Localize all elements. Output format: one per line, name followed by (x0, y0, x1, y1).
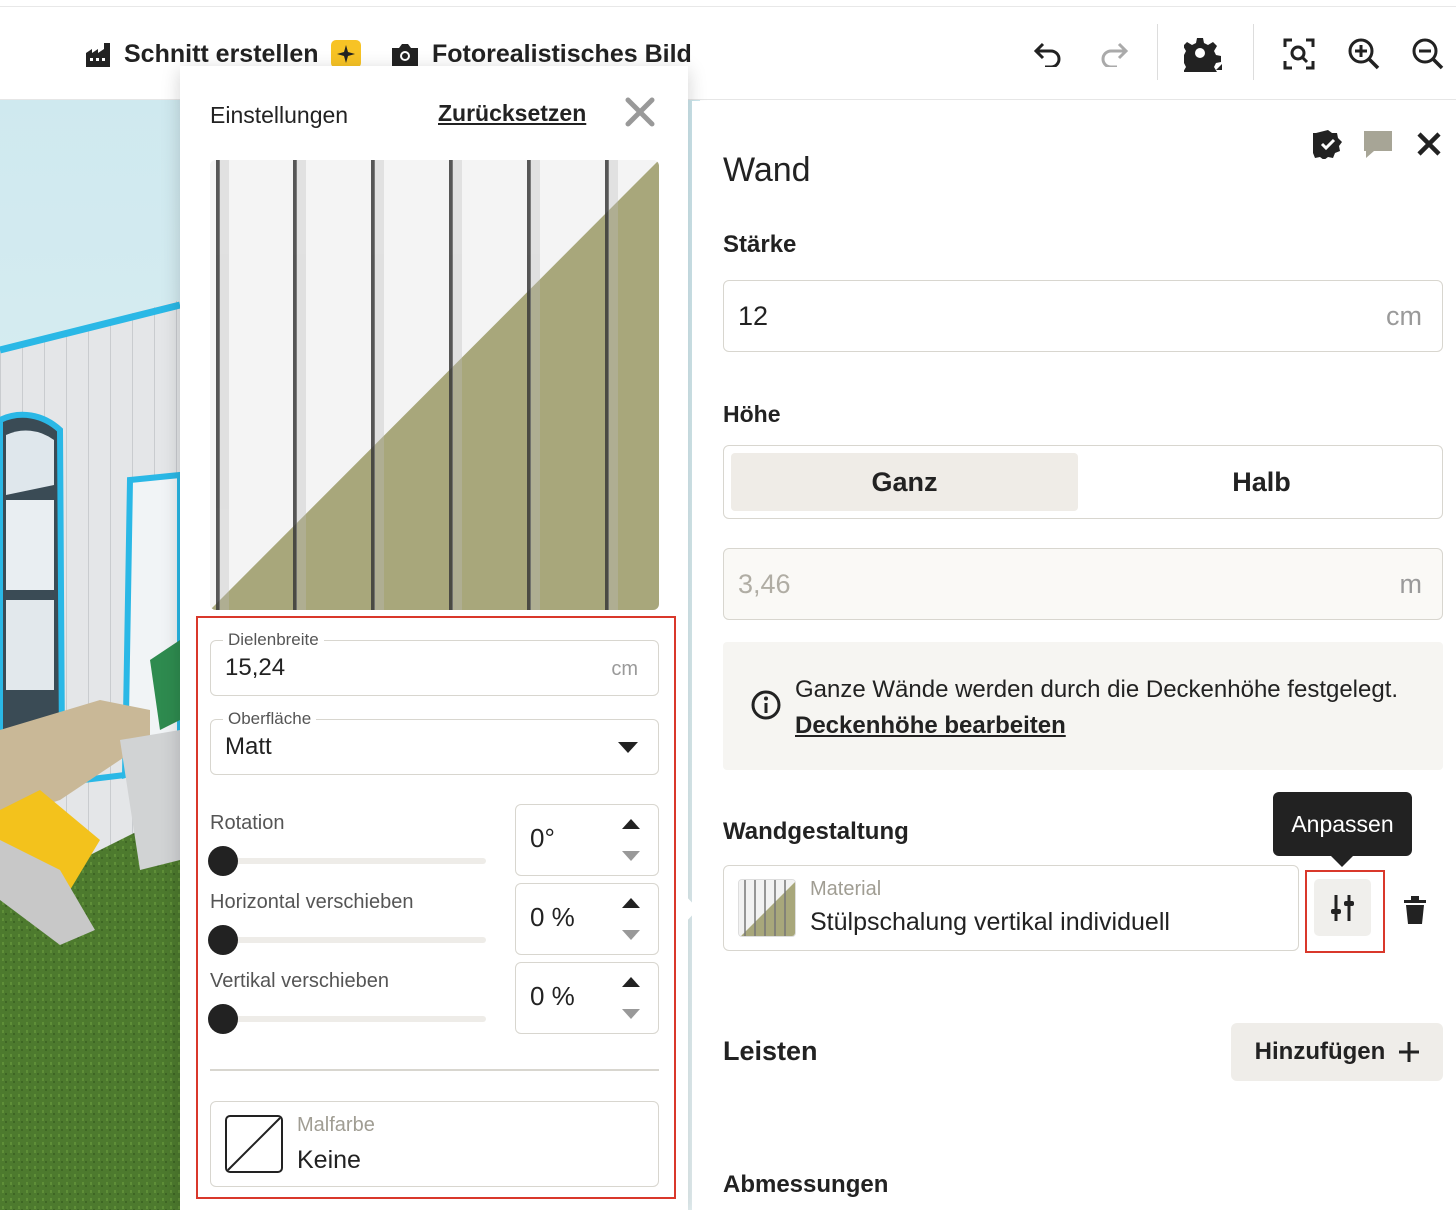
vertical-offset-value: 0 % (530, 981, 575, 1011)
dimensions-heading: Abmessungen (723, 1171, 889, 1198)
material-label: Material (810, 878, 882, 900)
adjust-tooltip: Anpassen (1273, 792, 1412, 856)
height-heading: Höhe (723, 401, 781, 427)
edit-ceiling-height-link[interactable]: Deckenhöhe bearbeiten (795, 712, 1066, 739)
vertical-offset-slider-thumb[interactable] (208, 1004, 238, 1034)
trash-icon[interactable] (1398, 893, 1432, 927)
trims-heading: Leisten (723, 1036, 818, 1066)
height-input: 3,46 m (723, 548, 1443, 620)
zoom-in-icon[interactable] (1344, 34, 1384, 74)
stepper-down-icon[interactable] (622, 930, 640, 940)
vertical-offset-label: Vertikal verschieben (210, 970, 389, 992)
stepper-up-icon[interactable] (622, 898, 640, 908)
rotation-slider-thumb[interactable] (208, 846, 238, 876)
create-section-label: Schnitt erstellen (124, 39, 319, 68)
wall-properties-panel: Wand Stärke 12 cm Höhe Ganz Halb 3,46 m … (692, 101, 1456, 1210)
paint-color-label: Malfarbe (297, 1114, 375, 1136)
sparkle-icon (330, 40, 361, 68)
popover-divider (210, 1069, 659, 1071)
material-thumbnail (738, 879, 796, 937)
height-option-half[interactable]: Halb (1088, 453, 1435, 511)
gear-icon[interactable] (1184, 34, 1224, 74)
board-width-label: Dielenbreite (223, 630, 324, 650)
surface-select[interactable]: Oberfläche Matt (210, 709, 659, 775)
horizontal-offset-slider-thumb[interactable] (208, 925, 238, 955)
badge-check-icon[interactable] (1311, 127, 1345, 161)
camera-icon (392, 44, 418, 66)
info-banner: Ganze Wände werden durch die Deckenhöhe … (723, 642, 1443, 770)
board-width-value: 15,24 (225, 654, 286, 681)
panel-title: Wand (723, 151, 811, 189)
undo-icon[interactable] (1028, 34, 1068, 74)
building-icon (86, 43, 110, 67)
thickness-value: 12 (738, 301, 769, 331)
thickness-unit: cm (1386, 301, 1422, 331)
material-settings-popover: Einstellungen Zurücksetzen Dielenbreite … (180, 66, 698, 1210)
sliders-icon (1330, 894, 1354, 921)
horizontal-offset-stepper[interactable]: 0 % (515, 883, 659, 955)
horizontal-offset-value: 0 % (530, 902, 575, 932)
redo-icon[interactable] (1094, 34, 1134, 74)
info-message: Ganze Wände werden durch die Deckenhöhe … (795, 676, 1399, 703)
adjust-button[interactable] (1314, 879, 1371, 936)
toolbar-separator (1253, 24, 1254, 80)
board-width-field[interactable]: Dielenbreite 15,24 cm (210, 630, 659, 696)
material-value: Stülpschalung vertikal individuell (810, 908, 1170, 936)
material-field[interactable]: Material Stülpschalung vertikal individu… (723, 865, 1299, 951)
close-icon[interactable] (1412, 127, 1446, 161)
stepper-down-icon[interactable] (622, 851, 640, 861)
tooltip-arrow (1330, 855, 1354, 867)
rotation-label: Rotation (210, 812, 285, 834)
vertical-offset-stepper[interactable]: 0 % (515, 962, 659, 1034)
zoom-fit-icon[interactable] (1279, 34, 1319, 74)
vertical-offset-slider-track[interactable] (210, 1016, 486, 1022)
plus-icon (1399, 1042, 1420, 1062)
info-text: Ganze Wände werden durch die Deckenhöhe … (795, 672, 1415, 744)
board-width-unit: cm (611, 658, 638, 680)
surface-label: Oberfläche (223, 709, 317, 729)
add-trim-label: Hinzufügen (1254, 1038, 1386, 1065)
rotation-stepper[interactable]: 0° (515, 804, 659, 876)
thickness-input[interactable]: 12 cm (723, 280, 1443, 352)
top-divider (0, 6, 1456, 7)
photo-render-label: Fotorealistisches Bild (432, 39, 692, 68)
chevron-down-icon (618, 742, 638, 753)
stepper-up-icon[interactable] (622, 977, 640, 987)
paint-color-value: Keine (297, 1146, 361, 1174)
thickness-heading: Stärke (723, 231, 797, 258)
rotation-slider-track[interactable] (210, 858, 486, 864)
add-trim-button[interactable]: Hinzufügen (1231, 1023, 1443, 1081)
height-value: 3,46 (738, 569, 791, 599)
height-unit: m (1399, 569, 1423, 599)
rotation-value: 0° (530, 823, 555, 853)
info-icon (751, 690, 781, 720)
reset-link[interactable]: Zurücksetzen (438, 100, 586, 127)
stepper-up-icon[interactable] (622, 819, 640, 829)
stepper-down-icon[interactable] (622, 1009, 640, 1019)
zoom-out-icon[interactable] (1408, 34, 1448, 74)
horizontal-offset-slider-track[interactable] (210, 937, 486, 943)
comment-icon[interactable] (1361, 127, 1395, 161)
toolbar-separator (1157, 24, 1158, 80)
height-segmented-control: Ganz Halb (723, 445, 1443, 519)
popover-title: Einstellungen (210, 102, 349, 128)
surface-value: Matt (225, 733, 272, 760)
wall-design-heading: Wandgestaltung (723, 818, 909, 845)
paint-color-field[interactable]: Malfarbe Keine (210, 1101, 659, 1187)
close-icon[interactable] (624, 96, 660, 132)
material-preview-image (210, 160, 659, 610)
horizontal-offset-label: Horizontal verschieben (210, 891, 414, 913)
height-option-full[interactable]: Ganz (731, 453, 1078, 511)
no-color-swatch-icon (225, 1115, 283, 1173)
